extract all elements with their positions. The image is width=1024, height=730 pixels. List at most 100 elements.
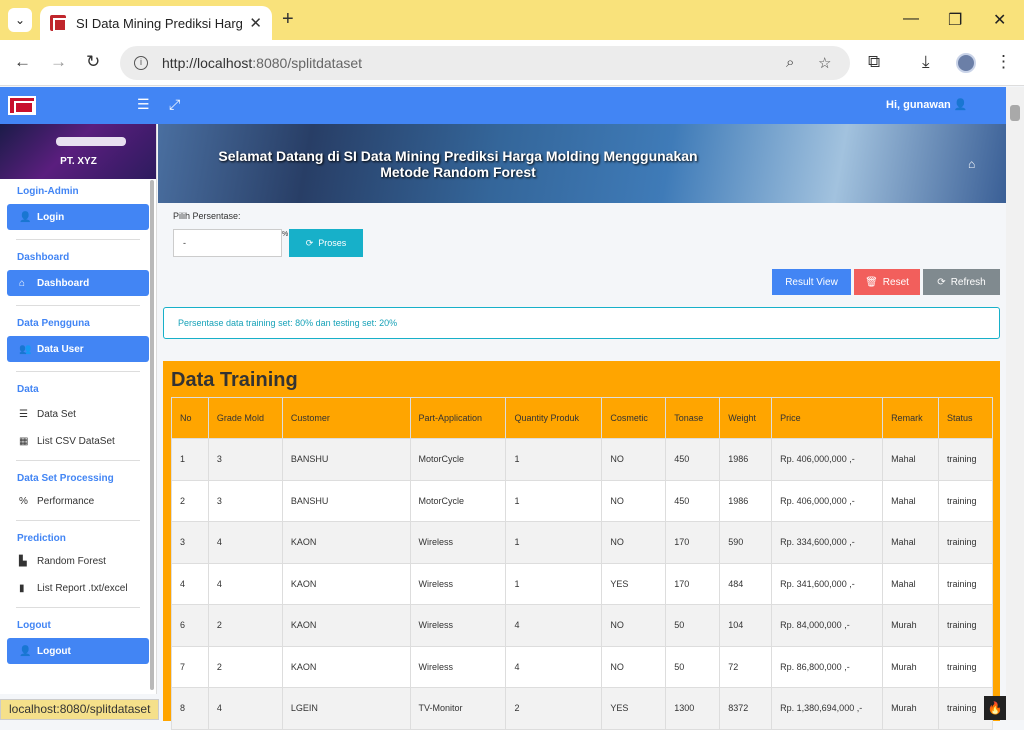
app-logo[interactable] [8,96,36,115]
table-cell: 484 [719,562,773,605]
sidebar-item-dashboard[interactable]: ⌂ Dashboard [7,270,149,296]
minimize-icon[interactable]: — [903,10,919,28]
reset-button[interactable]: 🗑 Reset [854,269,920,295]
reload-icon[interactable]: ↻ [86,52,100,72]
restore-icon[interactable]: ❐ [948,10,962,30]
column-header[interactable]: Cosmetic [601,397,667,439]
table-row: 6 2 KAON Wireless 4 NO 50 104 Rp. 84,000,000 ,- M… [171,604,993,647]
table-cell: 1986 [719,479,773,522]
table-cell: KAON [281,521,411,564]
table-cell: BANSHU [281,438,411,481]
address-bar[interactable]: i http://localhost:8080/splitdataset ⌕ ☆ [120,46,850,80]
section-prediction: Prediction [17,533,66,544]
section-processing: Data Set Processing [17,473,114,484]
table-cell: Rp. 1,380,694,000 ,- [771,687,884,730]
sidebar-item-login[interactable]: 👤 Login [7,204,149,230]
chart-icon: ▙ [19,555,27,567]
sidebar-item-random-forest[interactable]: ▙ Random Forest [0,551,156,571]
column-header[interactable]: Weight [719,397,773,439]
sidebar-item-list-csv[interactable]: ▦ List CSV DataSet [0,431,156,451]
forward-icon[interactable]: → [50,52,67,72]
fullscreen-icon[interactable]: ⤢ [169,96,180,113]
table-cell: 2 [207,604,283,647]
column-header[interactable]: Part-Application [409,397,507,439]
divider [16,520,140,521]
table-cell: Mahal [882,562,939,605]
table-icon: ▦ [19,435,29,447]
site-info-icon[interactable]: i [134,56,148,70]
column-header[interactable]: Price [771,397,884,439]
bookmark-star-icon[interactable]: ☆ [818,54,831,72]
page-scrollbar[interactable] [1006,87,1024,720]
status-bar-url: localhost:8080/splitdataset [0,699,160,720]
table-cell: 3 [171,521,209,564]
sidebar-item-data-set[interactable]: ☰ Data Set [0,404,156,424]
table-cell: NO [601,479,667,522]
table-cell: TV-Monitor [409,687,507,730]
table-cell: 1 [505,438,603,481]
sidebar-item-list-report[interactable]: ▮ List Report .txt/excel [0,578,156,598]
home-icon[interactable]: ⌂ [968,157,975,171]
sidebar-scrollbar[interactable] [150,180,154,690]
column-header[interactable]: Tonase [665,397,721,439]
tab-search-icon[interactable]: ⌄ [8,8,32,32]
table-cell: 4 [505,645,603,688]
sidebar-item-performance[interactable]: % Performance [0,491,156,511]
column-header[interactable]: No [171,397,209,439]
section-login: Login-Admin [17,186,79,197]
tab-title: SI Data Mining Prediksi Harga M [76,15,243,31]
percent-sign: % [282,231,289,238]
back-icon[interactable]: ← [14,52,31,72]
result-view-button[interactable]: Result View [772,269,851,295]
flame-icon[interactable]: 🔥 [984,696,1006,720]
table-cell: 50 [665,645,721,688]
close-tab-icon[interactable]: ✕ [249,14,262,32]
table-cell: training [938,438,993,481]
url-text: http://localhost:8080/splitdataset [162,55,362,71]
table-cell: training [938,604,993,647]
training-title: Data Training [171,369,298,391]
table-cell: 7 [171,645,209,688]
url-host: http://localhost [162,55,253,71]
menu-dots-icon[interactable]: ⋮ [995,52,1012,72]
column-header[interactable]: Customer [281,397,411,439]
table-row: 4 4 KAON Wireless 1 YES 170 484 Rp. 341,600,000 … [171,562,993,605]
browser-tab[interactable]: SI Data Mining Prediksi Harga M ✕ [40,6,272,40]
table-cell: 4 [505,604,603,647]
sidebar-item-label: Performance [37,495,95,507]
download-icon[interactable]: ⤓ [922,52,930,72]
extensions-icon[interactable]: ⧉ [868,52,880,72]
section-dashboard: Dashboard [17,252,70,263]
proses-label: Proses [318,238,347,248]
table-cell: Murah [882,604,939,647]
table-header-row: No Grade Mold Customer Part-Application Quan… [171,397,993,439]
scrollbar-thumb[interactable] [1010,105,1020,121]
table-cell: 1986 [719,438,773,481]
profile-avatar[interactable] [956,53,976,73]
window-close-icon[interactable]: ✕ [993,10,1006,30]
hamburger-menu-icon[interactable]: ☰ [137,96,150,113]
new-tab-icon[interactable]: + [282,8,294,31]
user-icon: 👤 [19,211,32,223]
zoom-icon[interactable]: ⌕ [786,54,794,71]
browser-tab-bar: ⌄ SI Data Mining Prediksi Harga M ✕ + — … [0,0,1024,40]
banner-line-1: Selamat Datang di SI Data Mining Prediks… [218,148,698,164]
percentage-select[interactable]: - [173,229,282,257]
company-name: PT. XYZ [60,156,97,167]
refresh-button[interactable]: ⟳ Refresh [923,269,1000,295]
proses-button[interactable]: ⟳ Proses [289,229,363,257]
column-header[interactable]: Quantity Produk [505,397,603,439]
column-header[interactable]: Grade Mold [207,397,283,439]
sidebar-item-logout[interactable]: 👤 Logout [7,638,149,664]
table-cell: 4 [207,687,283,730]
user-greeting[interactable]: Hi, gunawan 👤 [886,98,968,111]
column-header[interactable]: Remark [882,397,939,439]
divider [16,460,140,461]
table-cell: 3 [207,479,283,522]
sidebar-item-data-user[interactable]: 👥 Data User [7,336,149,362]
column-header[interactable]: Status [938,397,993,439]
table-cell: KAON [281,604,411,647]
table-cell: BANSHU [281,479,411,522]
divider [16,239,140,240]
table-cell: 1 [505,479,603,522]
